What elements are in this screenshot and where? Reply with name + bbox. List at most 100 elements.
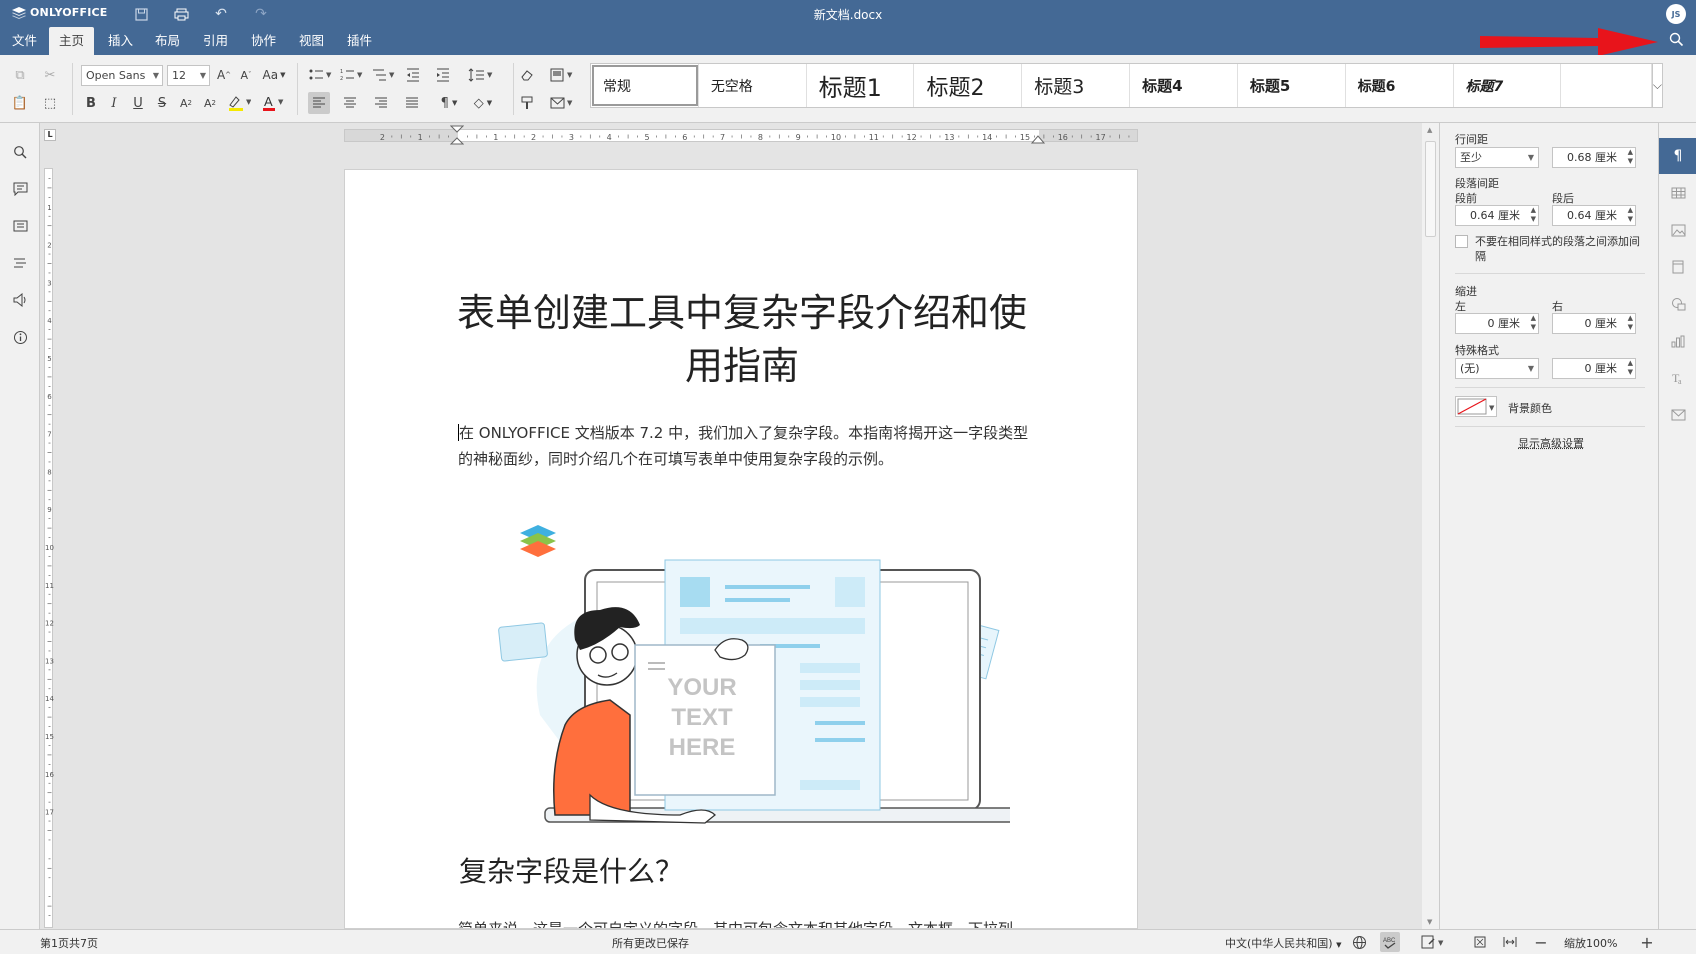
decrease-indent-icon[interactable] xyxy=(402,64,424,86)
language-select[interactable]: 中文(中华人民共和国) ▼ xyxy=(1225,935,1341,951)
change-case-button[interactable]: Aa ▼ xyxy=(259,64,289,86)
font-name-select[interactable]: Open Sans ▼ xyxy=(81,65,163,86)
tab-references[interactable]: 引用 xyxy=(193,27,238,55)
style-heading-1[interactable]: 标题1 xyxy=(807,64,915,107)
line-spacing-mode-select[interactable]: 至少 ▼ xyxy=(1455,147,1539,168)
section-paragraph[interactable]: 简单来说，这是一个可自定义的字段，其中可包含文本和其他字段，文本框、下拉列 xyxy=(458,918,1013,928)
bullet-list-icon[interactable]: ▼ xyxy=(307,64,335,86)
document-language-icon[interactable] xyxy=(1349,932,1369,952)
navigation-icon[interactable] xyxy=(9,252,31,274)
subscript-icon[interactable]: A2 xyxy=(199,92,221,114)
indent-right-input[interactable]: 0 厘米 ▲ ▼ xyxy=(1552,313,1636,334)
first-line-indent-marker[interactable] xyxy=(450,125,464,145)
feedback-icon[interactable] xyxy=(9,289,31,311)
about-icon[interactable] xyxy=(9,326,31,348)
font-size-select[interactable]: 12 ▼ xyxy=(167,65,210,86)
header-footer-settings-icon[interactable] xyxy=(1659,249,1696,285)
chat-icon[interactable] xyxy=(9,215,31,237)
search-icon[interactable] xyxy=(9,141,31,163)
page-counter[interactable]: 第1页共7页 xyxy=(40,935,98,951)
user-avatar[interactable]: JS xyxy=(1666,4,1686,24)
document-heading[interactable]: 表单创建工具中复杂字段介绍和使 用指南 xyxy=(445,287,1039,393)
tab-home[interactable]: 主页 xyxy=(49,27,95,55)
paragraph-settings-icon[interactable]: ¶ xyxy=(1659,138,1696,174)
illustration-image[interactable]: YOUR TEXT HERE xyxy=(480,515,1010,825)
nonprinting-characters-icon[interactable]: ¶ ▼ xyxy=(434,92,464,114)
tab-collaboration[interactable]: 协作 xyxy=(241,27,286,55)
spacing-after-input[interactable]: 0.64 厘米 ▲ ▼ xyxy=(1552,205,1636,226)
numbered-list-icon[interactable]: 1 2 ▼ xyxy=(338,64,366,86)
paste-icon[interactable]: 📋 xyxy=(9,92,31,114)
italic-icon[interactable]: I xyxy=(103,92,125,114)
align-center-icon[interactable] xyxy=(339,92,361,114)
justify-icon[interactable] xyxy=(401,92,423,114)
style-heading-4[interactable]: 标题4 xyxy=(1130,64,1238,107)
comments-icon[interactable] xyxy=(9,178,31,200)
print-icon[interactable] xyxy=(171,4,191,24)
chart-settings-icon[interactable] xyxy=(1659,323,1696,359)
track-changes-icon[interactable]: ▼ xyxy=(1419,932,1449,952)
zoom-in-icon[interactable]: + xyxy=(1637,932,1657,952)
tab-plugins[interactable]: 插件 xyxy=(337,27,382,55)
copy-icon[interactable]: ⧉ xyxy=(9,64,31,86)
zoom-out-icon[interactable]: − xyxy=(1531,932,1551,952)
mail-merge-settings-icon[interactable] xyxy=(1659,397,1696,433)
bold-icon[interactable]: B xyxy=(80,92,102,114)
scroll-down-icon[interactable]: ▼ xyxy=(1427,918,1432,926)
right-indent-marker[interactable] xyxy=(1031,134,1045,144)
font-color-icon[interactable]: A ▼ xyxy=(259,92,287,114)
search-icon[interactable] xyxy=(1669,32,1684,51)
spacing-before-input[interactable]: 0.64 厘米 ▲ ▼ xyxy=(1455,205,1539,226)
special-indent-input[interactable]: 0 厘米 ▲ ▼ xyxy=(1552,358,1636,379)
select-all-icon[interactable]: ⬚ xyxy=(39,92,61,114)
paragraph-shading-icon[interactable]: ◇ ▼ xyxy=(468,92,498,114)
align-right-icon[interactable] xyxy=(370,92,392,114)
clear-style-icon[interactable] xyxy=(516,64,538,86)
style-heading-5[interactable]: 标题5 xyxy=(1238,64,1346,107)
copy-style-icon[interactable] xyxy=(516,92,538,114)
style-heading-2[interactable]: 标题2 xyxy=(914,64,1023,107)
style-normal[interactable]: 常规 xyxy=(591,64,699,107)
underline-icon[interactable]: U xyxy=(127,92,149,114)
redo-icon[interactable]: ↷ xyxy=(251,4,271,24)
mail-merge-icon[interactable]: ▼ xyxy=(548,92,578,114)
section-heading[interactable]: 复杂字段是什么？ xyxy=(459,850,683,890)
increase-font-icon[interactable]: A ^ xyxy=(213,64,235,86)
tab-insert[interactable]: 插入 xyxy=(98,27,143,55)
line-spacing-input[interactable]: 0.68 厘米 ▲ ▼ xyxy=(1552,147,1636,168)
scroll-up-icon[interactable]: ▲ xyxy=(1427,126,1432,134)
fit-to-page-icon[interactable] xyxy=(1470,932,1490,952)
style-heading-7[interactable]: 标题7 xyxy=(1454,64,1562,107)
scrollbar-thumb[interactable] xyxy=(1425,141,1436,237)
decrease-font-icon[interactable]: Aˇ xyxy=(235,64,257,86)
spell-check-icon[interactable]: ABC xyxy=(1380,932,1400,952)
highlight-color-icon[interactable]: ▼ xyxy=(225,92,253,114)
indent-left-input[interactable]: 0 厘米 ▲ ▼ xyxy=(1455,313,1539,334)
advanced-settings-link[interactable]: 显示高级设置 xyxy=(1518,435,1584,451)
increase-indent-icon[interactable] xyxy=(432,64,454,86)
strikethrough-icon[interactable]: S xyxy=(151,92,173,114)
no-space-same-style-checkbox[interactable] xyxy=(1455,235,1468,248)
line-spacing-icon[interactable]: ▼ xyxy=(466,64,496,86)
undo-icon[interactable]: ↶ xyxy=(211,4,231,24)
shape-settings-icon[interactable] xyxy=(1659,286,1696,322)
multilevel-list-icon[interactable]: ▼ xyxy=(370,64,398,86)
intro-paragraph[interactable]: 在 ONLYOFFICE 文档版本 7.2 中，我们加入了复杂字段。本指南将揭开… xyxy=(458,420,1038,472)
save-icon[interactable] xyxy=(131,4,151,24)
style-no-spacing[interactable]: 无空格 xyxy=(699,64,807,107)
cut-icon[interactable]: ✂ xyxy=(39,64,61,86)
table-settings-icon[interactable] xyxy=(1659,175,1696,211)
zoom-level[interactable]: 缩放100% xyxy=(1564,935,1617,951)
text-art-settings-icon[interactable]: Ta xyxy=(1659,360,1696,396)
style-heading-6[interactable]: 标题6 xyxy=(1346,64,1454,107)
superscript-icon[interactable]: A2 xyxy=(175,92,197,114)
tab-layout[interactable]: 布局 xyxy=(145,27,190,55)
tab-view[interactable]: 视图 xyxy=(289,27,334,55)
background-color-picker[interactable]: ▼ xyxy=(1455,396,1497,417)
fit-to-width-icon[interactable] xyxy=(1500,932,1520,952)
tab-stop-selector[interactable]: L xyxy=(44,129,56,141)
document-page[interactable]: 表单创建工具中复杂字段介绍和使 用指南 在 ONLYOFFICE 文档版本 7.… xyxy=(344,169,1138,929)
tab-file[interactable]: 文件 xyxy=(2,27,47,55)
special-indent-select[interactable]: (无) ▼ xyxy=(1455,358,1539,379)
style-heading-3[interactable]: 标题3 xyxy=(1022,64,1131,107)
